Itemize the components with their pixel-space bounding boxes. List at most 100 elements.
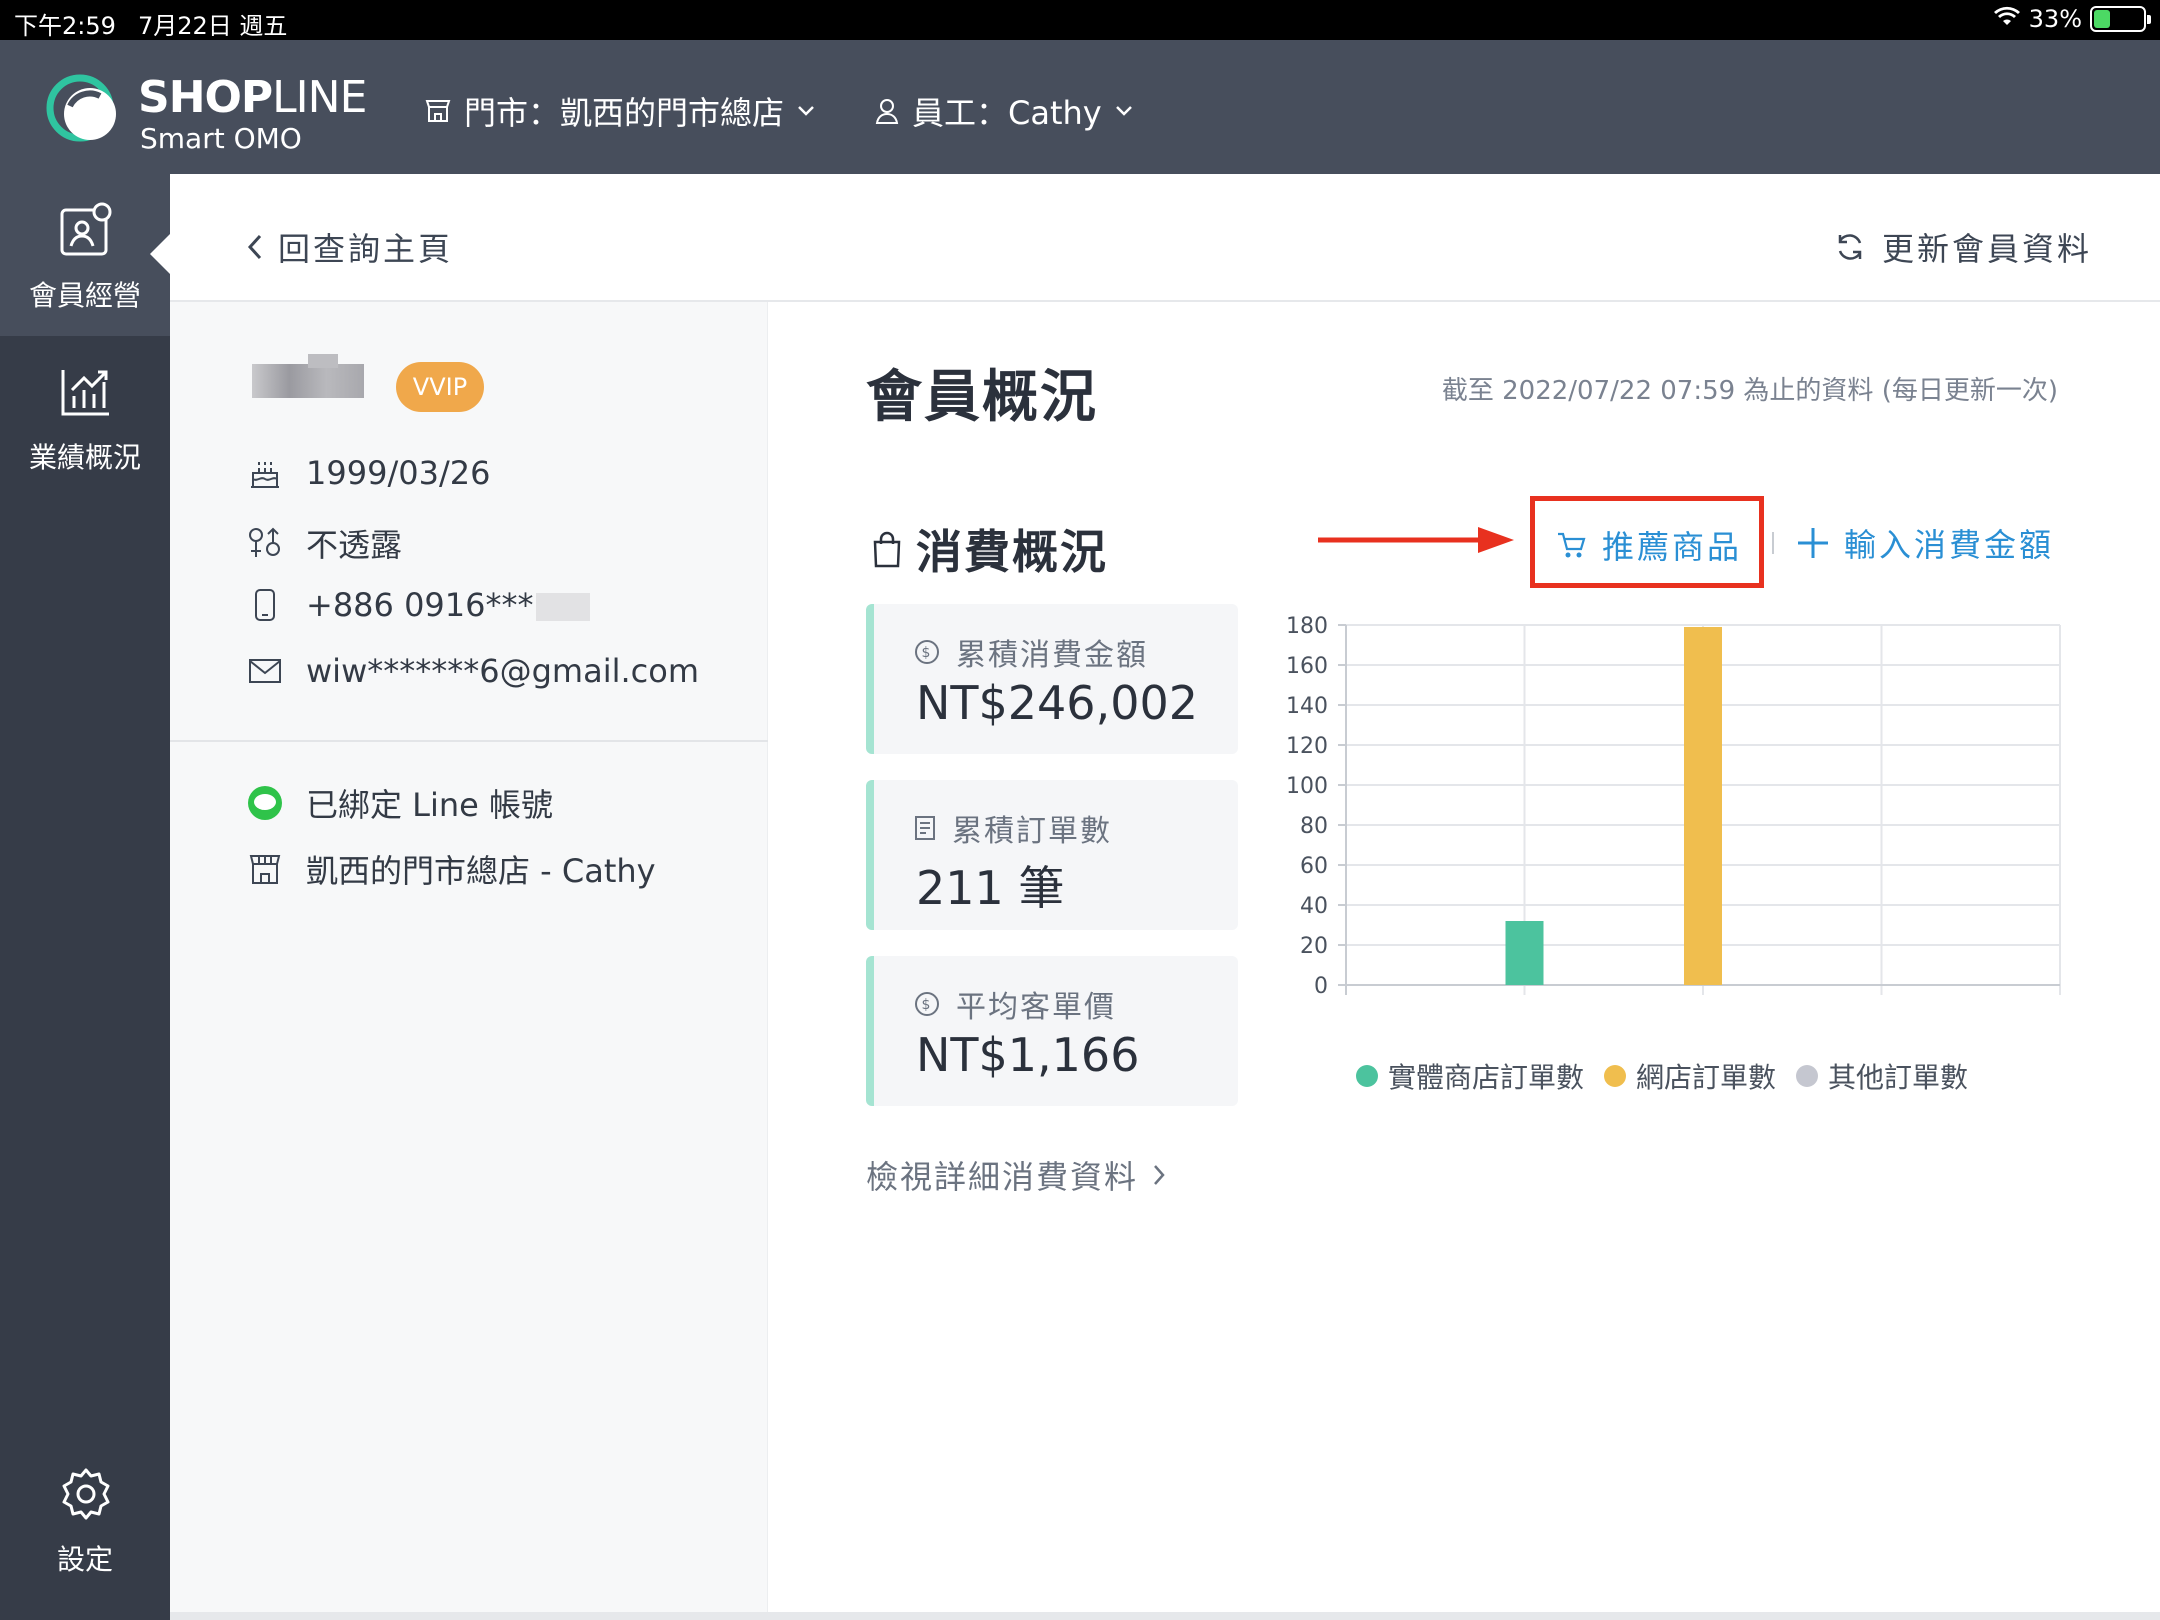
- stat-card-avg-order: $ 平均客單價 NT$1,166: [866, 956, 1238, 1106]
- brand-subtitle: Smart OMO: [140, 122, 302, 155]
- stat-value: NT$246,002: [916, 676, 1198, 730]
- refresh-label: 更新會員資料: [1881, 230, 2092, 268]
- y-tick-label: 40: [1300, 894, 1328, 919]
- stat-label: 累積訂單數: [914, 806, 1112, 850]
- update-note: 截至 2022/07/22 07:59 為止的資料 (每日更新一次): [1441, 376, 2058, 406]
- detail-link-label: 檢視詳細消費資料: [866, 1158, 1139, 1196]
- sub-header: 回查詢主頁 更新會員資料: [170, 174, 2160, 302]
- svg-text:$: $: [922, 997, 933, 1013]
- vvip-badge: VVIP: [396, 362, 484, 412]
- member-card-icon: [60, 202, 112, 256]
- chevron-down-icon: [798, 106, 814, 116]
- legend-dot: [1356, 1065, 1378, 1087]
- order-bar-chart: 0 20 40 60 80 100 120 140 160 180: [1286, 614, 2061, 999]
- shopping-bag-icon: [873, 531, 901, 568]
- birthday-row: 1999/03/26: [246, 454, 490, 492]
- profile-divider: [170, 740, 768, 742]
- status-bar: 下午2:59 7月22日 週五 33%: [0, 0, 2160, 40]
- phone-value: +886 0916***: [306, 586, 590, 624]
- legend-item-other[interactable]: 其他訂單數: [1796, 1056, 1968, 1096]
- legend-item-online[interactable]: 網店訂單數: [1604, 1056, 1776, 1096]
- dollar-circle-icon: $: [915, 640, 939, 664]
- email-value: wiw*******6@gmail.com: [306, 652, 699, 690]
- section-title-text: 消費概況: [916, 525, 1108, 579]
- stat-label: $ 累積消費金額: [914, 630, 1148, 674]
- y-tick-label: 60: [1300, 854, 1328, 879]
- stat-label: $ 平均客單價: [914, 982, 1116, 1026]
- bar-1: [1505, 921, 1544, 985]
- status-time: 下午2:59: [14, 12, 116, 40]
- birthday-value: 1999/03/26: [306, 454, 491, 492]
- sidebar-item-label: 設定: [56, 1543, 113, 1576]
- sidebar-item-settings[interactable]: 設定: [0, 1438, 170, 1600]
- phone-row: +886 0916***: [246, 586, 590, 624]
- store-selector-label: 門市：凱西的門市總店: [464, 94, 785, 132]
- enter-amount-button[interactable]: 輸入消費金額: [1796, 520, 2054, 566]
- store-icon: [246, 850, 284, 888]
- staff-selector[interactable]: 員工：Cathy: [874, 88, 1134, 134]
- page-title: 會員概況: [866, 365, 1098, 430]
- stat-card-order-count: 累積訂單數 211 筆: [866, 780, 1238, 930]
- shopline-logo: SHOPLINE Smart OMO: [44, 70, 367, 155]
- phone-blurred: [535, 593, 590, 621]
- sidebar-item-performance[interactable]: 業績概況: [0, 336, 170, 498]
- line-status-value: 已綁定 Line 帳號: [306, 786, 554, 824]
- y-tick-label: 100: [1286, 774, 1328, 799]
- gear-icon: [62, 1468, 110, 1520]
- bar-2: [1684, 627, 1722, 985]
- legend-item-store[interactable]: 實體商店訂單數: [1356, 1056, 1584, 1096]
- cake-icon: [246, 454, 284, 492]
- staff-selector-label: 員工：Cathy: [912, 94, 1102, 132]
- logo-mark-icon: [44, 70, 122, 148]
- member-profile-panel: VVIP 1999/03/26 不透露 +886 0916*** wiw****…: [170, 302, 768, 1620]
- stat-value: 211 筆: [916, 861, 1065, 915]
- plus-icon: [1798, 528, 1828, 558]
- action-separator: [1772, 532, 1774, 554]
- back-to-search-button[interactable]: 回查詢主頁: [246, 224, 453, 270]
- bottom-edge: [170, 1612, 2160, 1620]
- wifi-icon: [1993, 5, 2021, 33]
- store-icon: [425, 100, 451, 122]
- chevron-left-icon: [247, 234, 262, 260]
- gender-row: 不透露: [246, 520, 402, 566]
- line-status-row: 已綁定 Line 帳號: [246, 780, 553, 826]
- y-tick-label: 140: [1286, 694, 1328, 719]
- chevron-down-icon: [1115, 106, 1132, 116]
- stat-card-total-spend: $ 累積消費金額 NT$246,002: [866, 604, 1238, 754]
- view-detail-link[interactable]: 檢視詳細消費資料: [866, 1152, 1166, 1198]
- sidebar-item-member[interactable]: 會員經營: [0, 174, 172, 336]
- recommend-label: 推薦商品: [1602, 528, 1743, 566]
- sidebar: 會員經營 業績概況 設定: [0, 174, 172, 1620]
- mail-icon: [246, 652, 284, 690]
- section-title: 消費概況: [872, 516, 1108, 582]
- enter-amount-label: 輸入消費金額: [1844, 526, 2055, 564]
- status-right: 33%: [1993, 5, 2151, 33]
- battery-percent: 33%: [2028, 5, 2082, 33]
- red-arrow-annotation: [1318, 527, 1514, 553]
- gender-value: 不透露: [306, 526, 403, 564]
- brand-name: SHOPLINE: [138, 72, 367, 123]
- status-date: 7月22日 週五: [138, 12, 288, 40]
- svg-text:$: $: [922, 645, 933, 661]
- store-row: 凱西的門市總店 - Cathy: [246, 846, 656, 892]
- refresh-member-button[interactable]: 更新會員資料: [1834, 224, 2092, 270]
- refresh-icon: [1838, 234, 1862, 260]
- y-tick-label: 120: [1286, 734, 1328, 759]
- stat-value: NT$1,166: [916, 1028, 1140, 1082]
- recommend-products-button[interactable]: 推薦商品: [1556, 522, 1742, 568]
- y-tick-label: 160: [1286, 654, 1328, 679]
- legend-dot: [1796, 1065, 1819, 1087]
- battery-icon: [2090, 6, 2151, 32]
- store-selector[interactable]: 門市：凱西的門市總店: [424, 88, 816, 134]
- phone-icon: [246, 586, 284, 624]
- dollar-circle-icon: $: [915, 992, 939, 1016]
- chart-legend: 實體商店訂單數 網店訂單數 其他訂單數: [1356, 1056, 1968, 1096]
- y-tick-label: 180: [1286, 614, 1328, 639]
- sidebar-item-label: 會員經營: [28, 279, 141, 312]
- member-name-blurred: [252, 354, 364, 398]
- store-value: 凱西的門市總店 - Cathy: [306, 852, 656, 890]
- line-icon: [246, 784, 284, 822]
- y-tick-label: 0: [1314, 974, 1328, 999]
- chevron-right-icon: [1154, 1165, 1165, 1185]
- battery-fill: [2094, 10, 2110, 28]
